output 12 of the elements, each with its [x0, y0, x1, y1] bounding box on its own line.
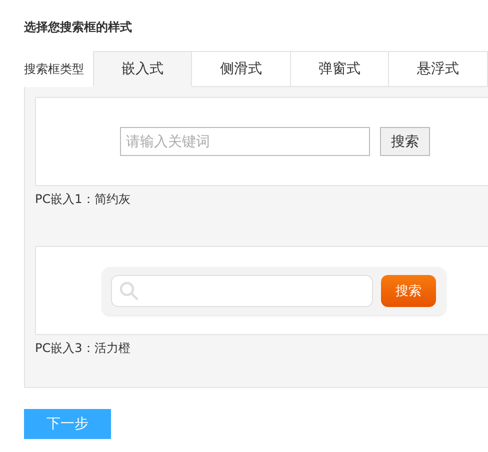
type-label: 搜索框类型 — [24, 61, 85, 78]
style-caption: PC嵌入1：简约灰 — [35, 191, 132, 208]
style-tab[interactable]: 侧滑式 — [192, 51, 291, 87]
style-caption: PC嵌入3：活力橙 — [35, 340, 132, 357]
style-tab[interactable]: 悬浮式 — [389, 51, 488, 87]
search-icon — [118, 280, 140, 302]
style-tab[interactable]: 弹窗式 — [290, 51, 390, 87]
search-field[interactable] — [111, 274, 373, 306]
search-field[interactable]: 请输入关键词 — [120, 127, 370, 156]
search-button[interactable]: 搜索 — [380, 127, 430, 156]
section-title: 选择您搜索框的样式 — [24, 19, 133, 35]
style-tab[interactable]: 嵌入式 — [93, 51, 192, 87]
